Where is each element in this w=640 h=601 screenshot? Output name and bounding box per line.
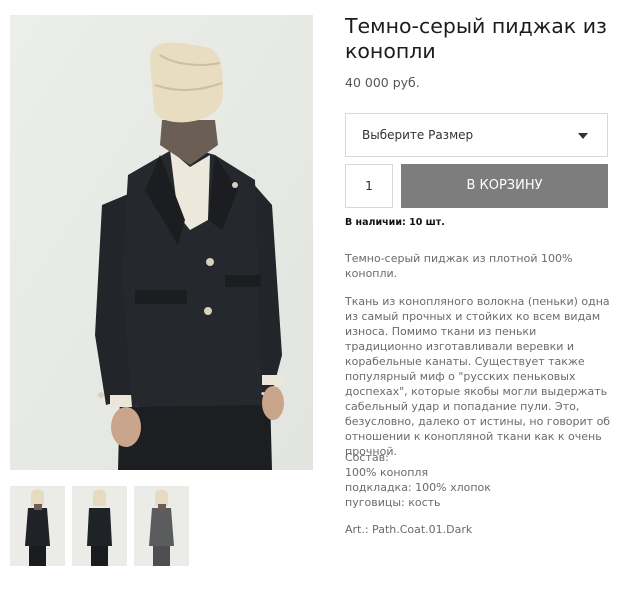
- add-to-cart-button[interactable]: В КОРЗИНУ: [401, 164, 608, 208]
- description-intro: Темно-серый пиджак из плотной 100% коноп…: [345, 251, 611, 281]
- stock-status: В наличии: 10 шт.: [345, 217, 445, 228]
- thumbnail-front-image: [10, 486, 65, 566]
- composition-line: пуговицы: кость: [345, 496, 441, 509]
- composition-heading: Состав:: [345, 451, 389, 464]
- thumbnail-front[interactable]: [10, 486, 65, 566]
- caret-down-icon: [578, 133, 588, 139]
- size-select-placeholder: Выберите Размер: [362, 128, 474, 142]
- composition-line: 100% конопля: [345, 466, 429, 479]
- model-jacket-photo: [10, 15, 313, 470]
- quantity-input[interactable]: 1: [345, 164, 393, 208]
- composition-line: подкладка: 100% хлопок: [345, 481, 491, 494]
- article-number-text: Art.: Path.Coat.01.Dark: [345, 523, 473, 536]
- main-product-image[interactable]: [10, 15, 313, 470]
- description-body-text: Ткань из конопляного волокна (пеньки) од…: [345, 295, 611, 458]
- thumbnail-front-grey[interactable]: [134, 486, 189, 566]
- description-intro-text: Темно-серый пиджак из плотной 100% коноп…: [345, 252, 573, 280]
- article-number: Art.: Path.Coat.01.Dark: [345, 522, 611, 537]
- product-title: Темно-серый пиджак из конопли: [345, 14, 607, 63]
- product-price: 40 000 руб.: [345, 75, 420, 90]
- thumbnail-back-image: [72, 486, 127, 566]
- thumbnail-grey-image: [134, 486, 189, 566]
- thumbnail-back[interactable]: [72, 486, 127, 566]
- description-body: Ткань из конопляного волокна (пеньки) од…: [345, 294, 611, 459]
- composition: Состав: 100% конопля подкладка: 100% хло…: [345, 450, 611, 510]
- size-select[interactable]: Выберите Размер: [345, 113, 608, 157]
